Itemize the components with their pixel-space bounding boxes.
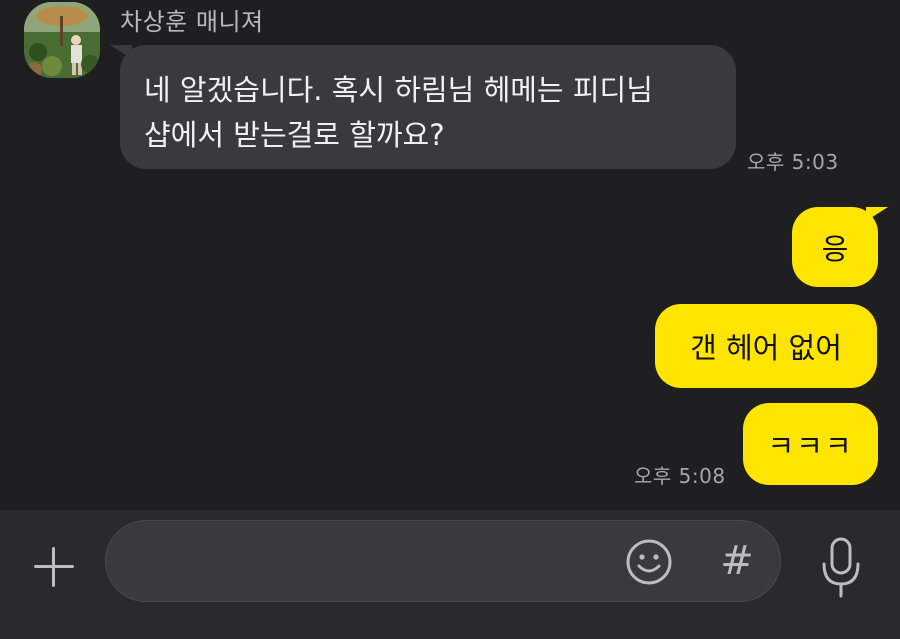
microphone-icon[interactable] (818, 536, 864, 600)
message-input[interactable] (134, 545, 618, 581)
outgoing-timestamp: 오후 5:08 (634, 464, 726, 488)
outgoing-message-bubble[interactable]: ㅋㅋㅋ (743, 403, 878, 485)
sender-name: 차상훈 매니져 (120, 8, 264, 36)
plus-icon[interactable] (30, 543, 78, 591)
outgoing-message-bubble[interactable]: 갠 헤어 없어 (655, 304, 877, 388)
incoming-message-bubble[interactable]: 네 알겠습니다. 혹시 하림님 헤메는 피디님 샵에서 받는걸로 할까요? (120, 45, 736, 169)
message-input-container[interactable]: # (105, 520, 781, 602)
smiley-icon[interactable] (624, 537, 674, 587)
incoming-timestamp: 오후 5:03 (747, 150, 839, 174)
outgoing-message-bubble[interactable]: 응 (792, 207, 878, 287)
message-composer-bar: # (0, 510, 900, 639)
hash-icon[interactable]: # (712, 535, 762, 587)
sender-avatar[interactable] (24, 2, 100, 78)
